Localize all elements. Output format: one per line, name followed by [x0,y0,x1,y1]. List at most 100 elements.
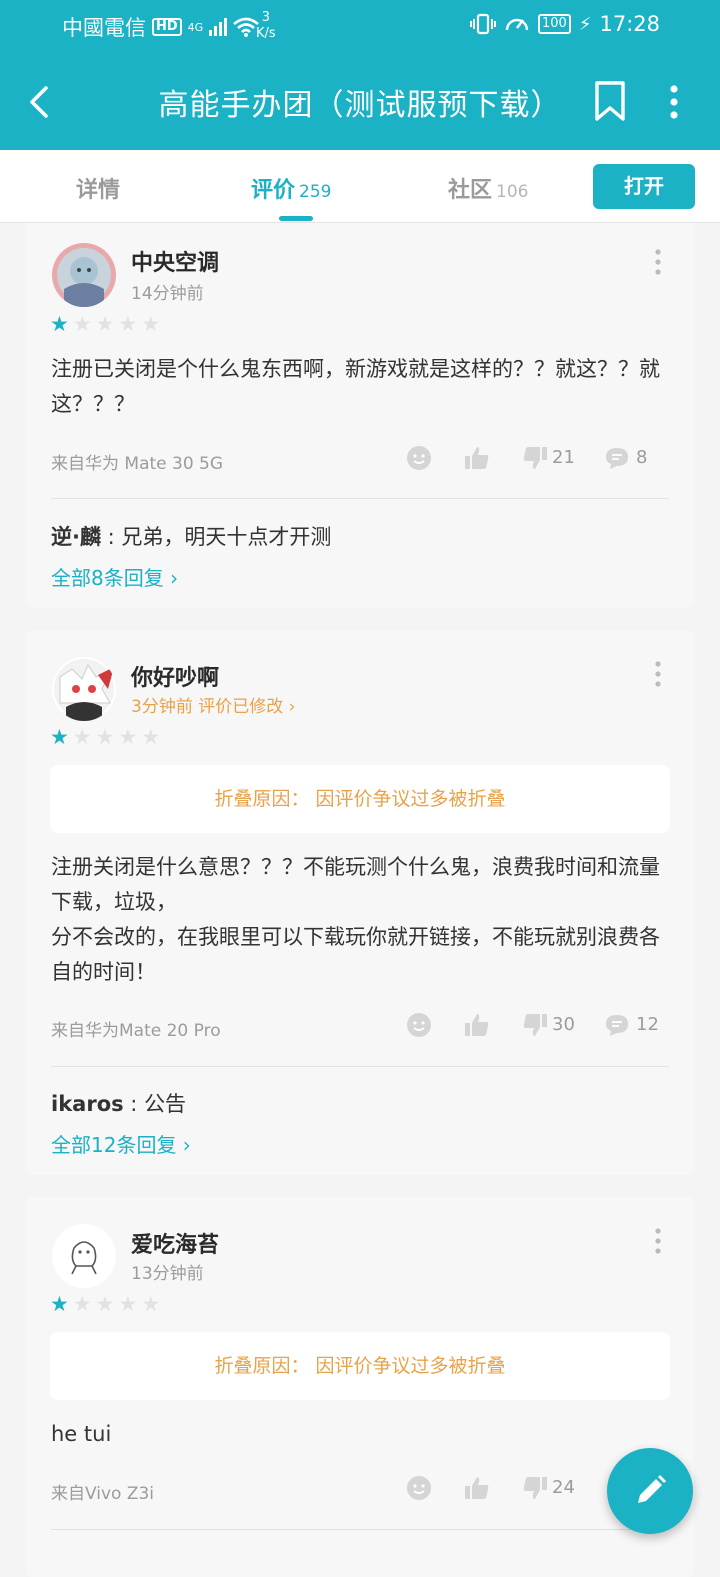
reply-preview[interactable]: ikaros : 公告 [51,1088,186,1118]
speed-unit: K/s [256,26,276,41]
comment-count: 8 [636,447,648,468]
dislike-count: 24 [552,1477,575,1498]
fold-notice: 折叠原因： 因评价争议过多被折叠 [50,765,670,833]
review-actions: 21 8 [406,445,676,475]
tab-community[interactable]: 社区 106 [448,172,528,204]
comment-count: 12 [636,1014,659,1035]
dislike-icon[interactable] [522,1475,548,1501]
all-replies-link[interactable]: 全部8条回复 › [51,562,178,591]
like-icon[interactable] [464,445,490,471]
tab-label: 详情 [76,178,121,203]
status-left: 中國電信 HD 4G [62,12,260,42]
emoji-icon[interactable] [406,1475,432,1501]
star-icon: ★ [72,1292,92,1316]
dislike-count: 21 [552,447,575,468]
all-replies-label: 全部12条回复 [51,1133,177,1157]
chevron-right-icon: › [163,566,179,590]
comment-icon[interactable] [604,1012,630,1038]
divider [51,498,669,499]
tab-count: 259 [299,182,332,202]
pencil-icon [638,1475,666,1503]
divider [51,1066,669,1067]
review-more-icon[interactable] [652,661,664,687]
review-device: 来自华为 Mate 30 5G [51,454,224,474]
star-icon: ★ [118,1292,138,1316]
speed-meter-icon [505,18,529,31]
star-rating: ★ ★ ★ ★ ★ [50,314,160,335]
tab-label: 评价 [251,178,296,203]
battery-icon: 100 [538,14,571,34]
reply-username: ikaros [51,1092,124,1116]
more-icon[interactable] [662,84,686,120]
tab-reviews[interactable]: 评价 259 [251,172,331,204]
review-username[interactable]: 中央空调 [131,245,219,277]
review-time-edited[interactable]: 3分钟前 评价已修改 › [131,692,295,717]
review-more-icon[interactable] [652,249,664,275]
chevron-right-icon: › [176,1133,191,1157]
tab-label: 社区 [448,178,493,203]
charging-icon: ⚡ [578,13,592,35]
dislike-icon[interactable] [522,445,548,471]
avatar[interactable] [52,243,116,307]
review-more-icon[interactable] [652,1228,664,1254]
like-icon[interactable] [464,1475,490,1501]
all-replies-link[interactable]: 全部12条回复 › [51,1129,191,1158]
star-icon: ★ [118,725,138,749]
tab-details[interactable]: 详情 [76,172,120,204]
open-button[interactable]: 打开 [593,164,695,209]
app-bar: 高能手办团（测试服预下载） [0,56,720,150]
avatar[interactable] [52,1224,116,1288]
star-icon: ★ [72,725,92,749]
review-device: 来自Vivo Z3i [51,1484,155,1504]
star-icon: ★ [95,1292,115,1316]
review-body: he tui [51,1422,112,1446]
page-title: 高能手办团（测试服预下载） [158,88,562,123]
star-icon: ★ [95,725,115,749]
star-icon: ★ [50,1292,69,1316]
vibrate-icon [470,13,496,35]
write-review-button[interactable] [607,1448,693,1534]
chevron-right-icon: › [283,697,296,717]
emoji-icon[interactable] [406,1012,432,1038]
signal-icon [209,18,228,36]
like-icon[interactable] [464,1012,490,1038]
dislike-count: 30 [552,1014,575,1035]
reply-username: 逆·麟 [51,525,101,549]
star-icon: ★ [141,312,161,336]
tab-indicator [279,216,313,221]
status-right: 100 ⚡ 17:28 [470,12,660,36]
tab-bar: 详情 评价 259 社区 106 打开 [0,150,720,223]
reply-separator: : [100,525,122,549]
dislike-icon[interactable] [522,1012,548,1038]
comment-icon[interactable] [604,445,630,471]
network-type: 4G [187,20,204,34]
reply-preview[interactable]: 逆·麟 : 兄弟，明天十点才开测 [51,521,331,551]
review-device: 来自华为Mate 20 Pro [51,1021,221,1041]
star-rating: ★ ★ ★ ★ ★ [50,1294,160,1315]
clock: 17:28 [599,12,660,36]
divider [51,1529,669,1530]
emoji-icon[interactable] [406,445,432,471]
review-body: 注册关闭是什么意思？？？不能玩测个什么鬼，浪费我时间和流量下载，垃圾， 分不会改… [51,855,660,984]
review-time: 14分钟前 [131,284,204,304]
bookmark-icon[interactable] [592,80,628,122]
avatar[interactable] [52,657,116,721]
review-time: 13分钟前 [131,1264,204,1284]
star-icon: ★ [95,312,115,336]
review-time-label: 3分钟前 评价已修改 [131,697,284,717]
star-icon: ★ [141,725,161,749]
fold-notice: 折叠原因： 因评价争议过多被折叠 [50,1332,670,1400]
review-actions: 30 12 [406,1012,676,1042]
net-speed: 3 K/s [256,10,276,42]
review-username[interactable]: 你好吵啊 [131,660,219,692]
all-replies-label: 全部8条回复 [51,566,164,590]
star-icon: ★ [72,312,92,336]
review-card: 爱吃海苔 13分钟前 ★ ★ ★ ★ ★ 折叠原因： 因评价争议过多被折叠 he tui… [26,1197,694,1577]
review-username[interactable]: 爱吃海苔 [131,1227,219,1259]
star-icon: ★ [141,1292,161,1316]
star-icon: ★ [50,725,69,749]
star-icon: ★ [118,312,138,336]
status-bar: 中國電信 HD 4G 3 K/s 100 ⚡ 17:28 [0,0,720,56]
back-icon[interactable] [22,82,62,122]
hd-badge: HD [152,18,182,36]
